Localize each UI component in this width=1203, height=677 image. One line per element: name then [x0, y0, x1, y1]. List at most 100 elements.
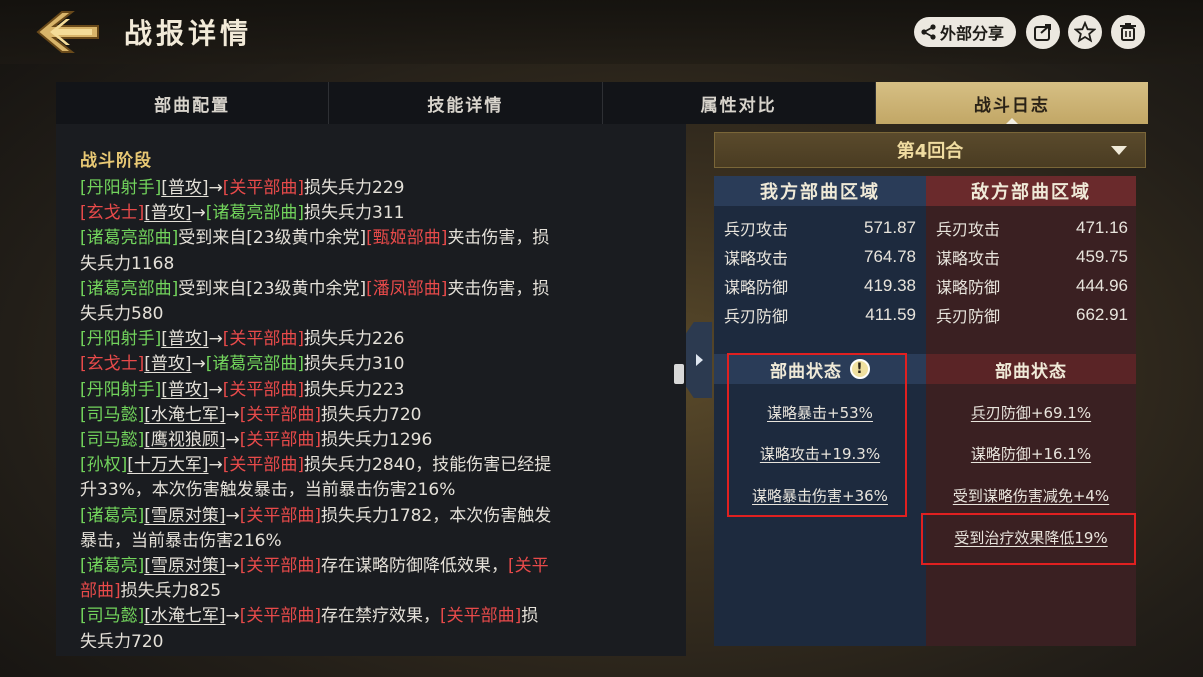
ally-unit-name[interactable]: [司马懿] [80, 405, 144, 425]
log-text: 夹击伤害，损 [447, 228, 550, 249]
ally-unit-name[interactable]: [丹阳射手] [80, 329, 161, 349]
highlight-box-enemy-heal-reduction [921, 513, 1136, 565]
log-text: 损失兵力720 [321, 404, 422, 425]
skill-link[interactable]: [雪原对策] [144, 506, 225, 526]
log-text: → [208, 455, 223, 476]
log-line: 失兵力580 [80, 302, 670, 327]
enemy-unit-name[interactable]: [甄姬部曲] [366, 228, 447, 248]
back-button[interactable] [36, 10, 100, 54]
log-line: 暴击，当前暴击伤害216% [80, 529, 670, 554]
stat-name: 谋略攻击 [724, 249, 789, 268]
log-text: 存在禁疗效果， [321, 606, 441, 627]
log-text: 损失兵力223 [304, 379, 405, 400]
enemy-unit-name[interactable]: [关平部曲] [240, 405, 321, 425]
enemy-unit-name[interactable]: [关平部曲] [223, 329, 304, 349]
skill-link[interactable]: [普攻] [144, 354, 191, 374]
log-line: [司马懿][水淹七军]→[关平部曲]损失兵力720 [80, 403, 670, 428]
log-text: 损失兵力226 [304, 329, 405, 350]
favorite-button[interactable] [1068, 15, 1102, 49]
enemy-unit-name[interactable]: [关平部曲] [440, 606, 521, 626]
stat-value: 471.16 [1076, 218, 1128, 237]
tab-attribute-compare[interactable]: 属性对比 [603, 82, 876, 124]
enemy-unit-name[interactable]: [关平部曲] [240, 430, 321, 450]
enemy-stat-row: 谋略防御 444.96 [936, 272, 1128, 300]
ally-unit-name[interactable]: [丹阳射手] [80, 178, 161, 198]
skill-link[interactable]: [雪原对策] [144, 556, 225, 576]
log-line: 升33%，本次伤害触发暴击，当前暴击伤害216% [80, 478, 670, 503]
enemy-unit-name[interactable]: [玄戈士] [80, 354, 144, 374]
export-icon [1034, 24, 1051, 41]
skill-link[interactable]: [普攻] [161, 380, 208, 400]
tab-skill-details[interactable]: 技能详情 [329, 82, 603, 124]
enemy-area-heading: 敌方部曲区域 [926, 176, 1136, 206]
ally-unit-name[interactable]: [诸葛亮部曲] [80, 279, 178, 299]
tab-battle-log[interactable]: 战斗日志 [875, 82, 1148, 124]
log-line: [丹阳射手][普攻]→[关平部曲]损失兵力229 [80, 176, 670, 201]
stat-name: 谋略攻击 [936, 249, 1001, 268]
log-line: [玄戈士][普攻]→[诸葛亮部曲]损失兵力311 [80, 201, 670, 226]
skill-link[interactable]: [水淹七军] [144, 405, 225, 425]
ally-unit-name[interactable]: [诸葛亮] [80, 506, 144, 526]
skill-link[interactable]: [鹰视狼顾] [144, 430, 225, 450]
enemy-unit-name[interactable]: [玄戈士] [80, 203, 144, 223]
log-text: 损失兵力310 [304, 354, 405, 375]
enemy-unit-name[interactable]: [关平部曲] [223, 380, 304, 400]
enemy-unit-name[interactable]: [关平部曲] [223, 178, 304, 198]
skill-link[interactable]: [普攻] [161, 178, 208, 198]
log-text: 损失兵力1782，本次伤害触发 [321, 505, 552, 526]
stat-value: 459.75 [1076, 247, 1128, 266]
log-text: 存在谋略防御降低效果， [321, 556, 509, 577]
ally-area-heading: 我方部曲区域 [714, 176, 926, 206]
ally-unit-name[interactable]: [诸葛亮] [80, 556, 144, 576]
ally-unit-name[interactable]: [诸葛亮部曲] [80, 228, 178, 248]
enemy-unit-name[interactable]: [关平部曲] [223, 455, 304, 475]
log-text: → [225, 556, 240, 577]
stat-value: 662.91 [1076, 305, 1128, 324]
enemy-unit-name[interactable]: [关平部曲] [240, 556, 321, 576]
ally-unit-name[interactable]: [丹阳射手] [80, 380, 161, 400]
log-text: → [225, 505, 240, 526]
skill-link[interactable]: [十万大军] [127, 455, 208, 475]
enemy-status-heading: 部曲状态 [926, 354, 1136, 384]
ally-unit-name[interactable]: [司马懿] [80, 430, 144, 450]
round-selector[interactable]: 第4回合 [714, 132, 1146, 168]
battle-phase-heading: 战斗阶段 [80, 151, 152, 171]
stat-name: 谋略防御 [936, 278, 1001, 297]
ally-stat-row: 兵刃攻击 571.87 [724, 214, 916, 242]
enemy-status-item[interactable]: 受到谋略伤害减免+4% [926, 485, 1136, 506]
enemy-unit-name[interactable]: [关平部曲] [240, 606, 321, 626]
log-text: 损失兵力229 [304, 178, 405, 198]
tab-bar: 部曲配置 技能详情 属性对比 战斗日志 [56, 82, 1148, 124]
ally-unit-name[interactable]: [诸葛亮部曲] [206, 203, 304, 223]
enemy-stat-row: 兵刃攻击 471.16 [936, 214, 1128, 242]
log-line: [诸葛亮][雪原对策]→[关平部曲]存在谋略防御降低效果，[关平 [80, 554, 670, 579]
skill-link[interactable]: [普攻] [144, 203, 191, 223]
enemy-unit-name[interactable]: [关平 [508, 556, 549, 576]
ally-unit-name[interactable]: [孙权] [80, 455, 127, 475]
log-scrollbar[interactable] [674, 364, 684, 384]
delete-button[interactable] [1111, 15, 1145, 49]
export-button[interactable] [1026, 15, 1060, 49]
enemy-status-item[interactable]: 谋略防御+16.1% [926, 443, 1136, 464]
log-line: [孙权][十万大军]→[关平部曲]损失兵力2840，技能伤害已经提 [80, 453, 670, 478]
enemy-unit-name[interactable]: [关平部曲] [240, 506, 321, 526]
ally-unit-name[interactable]: [司马懿] [80, 606, 144, 626]
log-text: 夹击伤害，损 [447, 278, 550, 299]
ally-stat-row: 谋略防御 419.38 [724, 272, 916, 300]
highlight-box-ally-status [727, 353, 907, 517]
tab-unit-config[interactable]: 部曲配置 [56, 82, 330, 124]
log-text: 失兵力720 [80, 631, 164, 648]
skill-link[interactable]: [普攻] [161, 329, 208, 349]
ally-unit-name[interactable]: [诸葛亮部曲] [206, 354, 304, 374]
enemy-unit-name[interactable]: 部曲] [80, 581, 121, 601]
collapse-panel-button[interactable] [686, 322, 712, 398]
log-text: → [208, 329, 223, 350]
enemy-status-item[interactable]: 兵刃防御+69.1% [926, 402, 1136, 423]
skill-link[interactable]: [水淹七军] [144, 606, 225, 626]
battle-log-panel: 战斗阶段 [丹阳射手][普攻]→[关平部曲]损失兵力229 [玄戈士][普攻]→[… [56, 124, 686, 656]
external-share-button[interactable]: 外部分享 [914, 17, 1016, 47]
battle-log-list[interactable]: [丹阳射手][普攻]→[关平部曲]损失兵力229 [玄戈士][普攻]→[诸葛亮部曲… [80, 176, 670, 648]
enemy-unit-name[interactable]: [潘凤部曲] [366, 279, 447, 299]
log-text: 损失兵力2840，技能伤害已经提 [304, 455, 552, 476]
log-text: 受到来自[23级黄巾余党] [178, 228, 367, 249]
